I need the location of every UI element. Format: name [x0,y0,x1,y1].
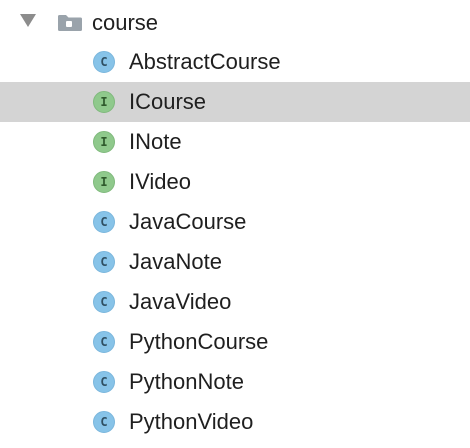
tree-item-label: ICourse [129,89,207,114]
project-tree: course C AbstractCourse I ICourse I INot… [0,0,470,448]
class-icon: C [93,331,115,353]
tree-item-label: IVideo [129,169,191,194]
tree-item-javavideo[interactable]: C JavaVideo [0,282,470,322]
tree-item-label: INote [129,129,182,154]
class-icon: C [93,291,115,313]
class-icon: C [93,411,115,433]
tree-item-icourse[interactable]: I ICourse [0,82,470,122]
tree-item-javanote[interactable]: C JavaNote [0,242,470,282]
class-icon: C [93,51,115,73]
tree-item-label: AbstractCourse [129,49,281,74]
tree-item-label: PythonVideo [129,409,254,434]
tree-item-label: PythonNote [129,369,244,394]
tree-item-pythonnote[interactable]: C PythonNote [0,362,470,402]
tree-folder-course[interactable]: course [0,2,470,42]
interface-icon: I [93,131,115,153]
interface-icon: I [93,91,115,113]
tree-item-label: PythonCourse [129,329,269,354]
tree-item-pythonvideo[interactable]: C PythonVideo [0,402,470,442]
tree-item-pythoncourse[interactable]: C PythonCourse [0,322,470,362]
tree-item-label: JavaVideo [129,289,232,314]
tree-item-abstractcourse[interactable]: C AbstractCourse [0,42,470,82]
folder-icon [58,15,82,31]
chevron-down-icon[interactable] [20,14,36,27]
class-icon: C [93,211,115,233]
tree-item-inote[interactable]: I INote [0,122,470,162]
tree-item-javacourse[interactable]: C JavaCourse [0,202,470,242]
class-icon: C [93,371,115,393]
class-icon: C [93,251,115,273]
tree-item-ivideo[interactable]: I IVideo [0,162,470,202]
tree-item-label: JavaNote [129,249,222,274]
tree-item-label: JavaCourse [129,209,247,234]
interface-icon: I [93,171,115,193]
folder-label: course [92,10,159,35]
